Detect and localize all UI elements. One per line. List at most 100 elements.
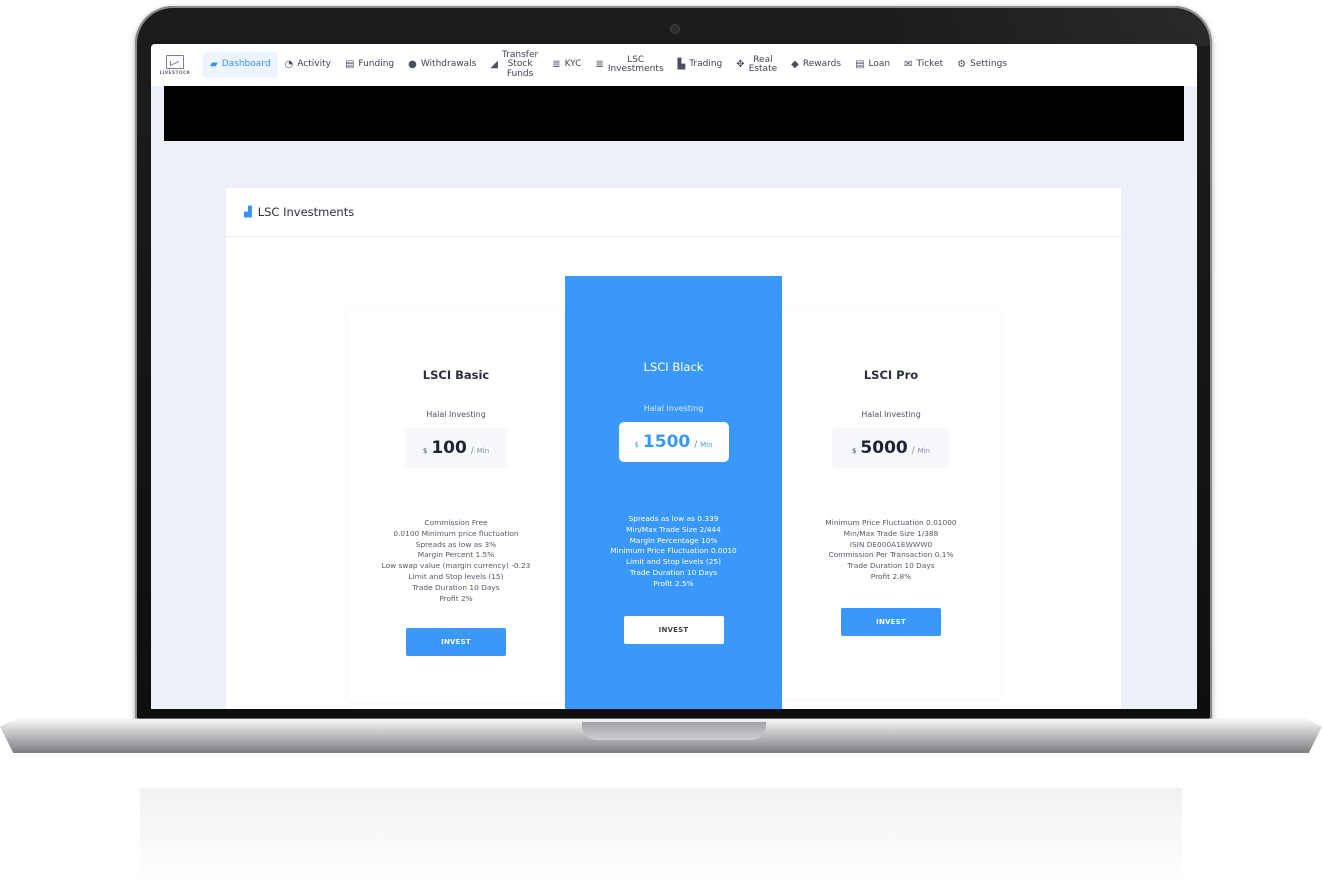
nav-label: Ticket bbox=[916, 59, 944, 70]
logo-chart-icon bbox=[166, 54, 184, 69]
nav-label-line: Investments bbox=[607, 64, 664, 74]
invest-button-basic[interactable]: INVEST bbox=[406, 628, 506, 657]
nav-item-funding[interactable]: ▤ Funding bbox=[338, 52, 401, 78]
feature-item: Min/Max Trade Size 2/444 bbox=[626, 524, 721, 534]
laptop-reflection bbox=[140, 788, 1182, 886]
plan-features: Commission Free 0.0100 Minimum price flu… bbox=[348, 518, 564, 604]
feature-item: Minimum Price Fluctuation 0.01000 bbox=[825, 518, 957, 527]
plan-name: LSCI Basic bbox=[422, 368, 490, 382]
logo-text: LIVESTOCK bbox=[159, 70, 191, 76]
nav-label: Rewards bbox=[802, 59, 842, 70]
chart-icon: ▙ bbox=[677, 58, 686, 70]
plan-name: LSCI Black bbox=[643, 360, 704, 374]
feature-item: Profit 2.8% bbox=[870, 571, 912, 581]
feature-item: Profit 2% bbox=[439, 593, 473, 603]
send-icon: ◢ bbox=[490, 58, 498, 70]
feature-item: Limit and Stop levels (15) bbox=[408, 571, 504, 581]
plan-subtitle: Halal Investing bbox=[643, 404, 704, 413]
mail-icon: ✉ bbox=[904, 58, 913, 70]
nav-label: Settings bbox=[970, 59, 1008, 70]
top-nav: LIVESTOCK ▰ Dashboard ◔ Activity ▤ Fundi… bbox=[151, 44, 1197, 86]
feature-item: Trade Duration 10 Days bbox=[629, 567, 718, 577]
webcam bbox=[671, 25, 679, 33]
lid-glare bbox=[860, 6, 1212, 46]
panel-header: ▟ LSC Investments bbox=[226, 188, 1121, 237]
price-per: Min bbox=[476, 447, 490, 455]
database-icon: ≣ bbox=[595, 58, 604, 70]
price-amount: 5000 bbox=[860, 438, 908, 458]
laptop-notch bbox=[582, 722, 766, 740]
gear-icon: ⚙ bbox=[957, 58, 967, 70]
plan-card-basic: LSCI Basic Halal Investing $ 100 / Min C… bbox=[348, 310, 564, 702]
hero-banner bbox=[164, 86, 1184, 141]
nav-label: Loan bbox=[868, 59, 891, 70]
plan-price: $ 5000 / Min bbox=[832, 428, 950, 468]
nav-item-ticket[interactable]: ✉ Ticket bbox=[897, 52, 950, 78]
nav-item-transfer-stock-funds[interactable]: ◢ Transfer Stock Funds bbox=[483, 50, 545, 79]
clock-icon: ◔ bbox=[284, 58, 294, 70]
nav-item-loan[interactable]: ▤ Loan bbox=[848, 52, 897, 78]
nav-label-line: Funds bbox=[506, 68, 534, 79]
invest-button-pro[interactable]: INVEST bbox=[841, 607, 941, 636]
lsc-investments-panel: ▟ LSC Investments LSCI Basic Halal Inves… bbox=[226, 188, 1121, 709]
feature-item: Profit 2.5% bbox=[653, 578, 694, 588]
bar-chart-icon: ▟ bbox=[244, 206, 252, 218]
nav-label: Withdrawals bbox=[420, 59, 477, 70]
briefcase-icon: ▰ bbox=[210, 58, 218, 70]
nav-item-rewards[interactable]: ◆ Rewards bbox=[784, 52, 848, 78]
feature-item: Min/Max Trade Size 1/388 bbox=[843, 528, 939, 538]
feature-item: ISIN DE000A1EWWW0 bbox=[849, 539, 933, 549]
feature-item: Trade Duration 10 Days bbox=[847, 561, 935, 571]
brand-logo[interactable]: LIVESTOCK bbox=[151, 44, 199, 86]
feature-item: Limit and Stop levels (25) bbox=[625, 557, 722, 567]
feature-item: Minimum Price Fluctuation 0.0010 bbox=[610, 546, 737, 556]
price-amount: 100 bbox=[431, 438, 467, 458]
feature-item: Margin Percent 1.5% bbox=[417, 550, 495, 560]
nav-item-settings[interactable]: ⚙ Settings bbox=[950, 52, 1014, 78]
nav-label: Dashboard bbox=[221, 59, 271, 70]
screen: LIVESTOCK ▰ Dashboard ◔ Activity ▤ Fundi… bbox=[151, 44, 1197, 709]
plan-price: $ 100 / Min bbox=[405, 428, 507, 468]
plan-subtitle: Halal Investing bbox=[861, 410, 921, 419]
nav-item-activity[interactable]: ◔ Activity bbox=[278, 52, 338, 78]
plan-card-pro: LSCI Pro Halal Investing $ 5000 / Min Mi… bbox=[782, 310, 1000, 698]
plan-features: Spreads as low as 0.339 Min/Max Trade Si… bbox=[565, 514, 782, 590]
nav-label-line: Estate bbox=[748, 64, 778, 74]
nav-item-trading[interactable]: ▙ Trading bbox=[671, 52, 730, 78]
feature-item: Low swap value (margin currency) -0.23 bbox=[381, 561, 531, 571]
nav-item-dashboard[interactable]: ▰ Dashboard bbox=[203, 52, 278, 78]
nav-item-kyc[interactable]: ≣ KYC bbox=[545, 52, 588, 78]
feature-item: Commission Free bbox=[424, 518, 488, 527]
nav-label: KYC bbox=[564, 59, 582, 70]
price-per: Min bbox=[917, 447, 931, 455]
cash-icon: ▤ bbox=[344, 58, 355, 70]
feature-item: Trade Duration 10 Days bbox=[412, 582, 500, 592]
price-currency: $ bbox=[851, 447, 857, 455]
plan-price: $ 1500 / Min bbox=[618, 422, 729, 462]
nav-label: Funding bbox=[358, 59, 395, 70]
feature-item: Spreads as low as 0.339 bbox=[628, 514, 719, 523]
cash-icon: ▤ bbox=[855, 58, 865, 70]
plan-name: LSCI Pro bbox=[863, 368, 919, 382]
plan-features: Minimum Price Fluctuation 0.01000 Min/Ma… bbox=[782, 518, 1000, 583]
feature-item: Commission Per Transaction 0.1% bbox=[828, 550, 954, 560]
price-per: Min bbox=[700, 441, 713, 449]
plan-card-black: LSCI Black Halal Investing $ 1500 / Min … bbox=[565, 276, 782, 709]
nav-item-withdrawals[interactable]: ● Withdrawals bbox=[401, 52, 483, 78]
plan-subtitle: Halal Investing bbox=[426, 410, 486, 419]
nav-label: Trading bbox=[689, 59, 723, 70]
feature-item: Spreads as low as 3% bbox=[415, 539, 497, 549]
price-currency: $ bbox=[634, 441, 639, 449]
nav-item-real-estate[interactable]: ✥ Real Estate bbox=[729, 52, 784, 78]
price-currency: $ bbox=[422, 447, 428, 455]
feature-item: 0.0100 Minimum price fluctuation bbox=[393, 528, 519, 538]
move-icon: ✥ bbox=[736, 58, 745, 70]
coin-icon: ● bbox=[408, 58, 417, 70]
database-icon: ≣ bbox=[552, 58, 561, 70]
feature-item: Margin Percentage 10% bbox=[629, 535, 718, 545]
nav-label: Activity bbox=[297, 59, 331, 70]
diamond-icon: ◆ bbox=[791, 58, 799, 70]
nav-item-lsc-investments[interactable]: ≣ LSC Investments bbox=[588, 52, 670, 78]
price-amount: 1500 bbox=[642, 432, 691, 452]
invest-button-black[interactable]: INVEST bbox=[623, 615, 724, 644]
